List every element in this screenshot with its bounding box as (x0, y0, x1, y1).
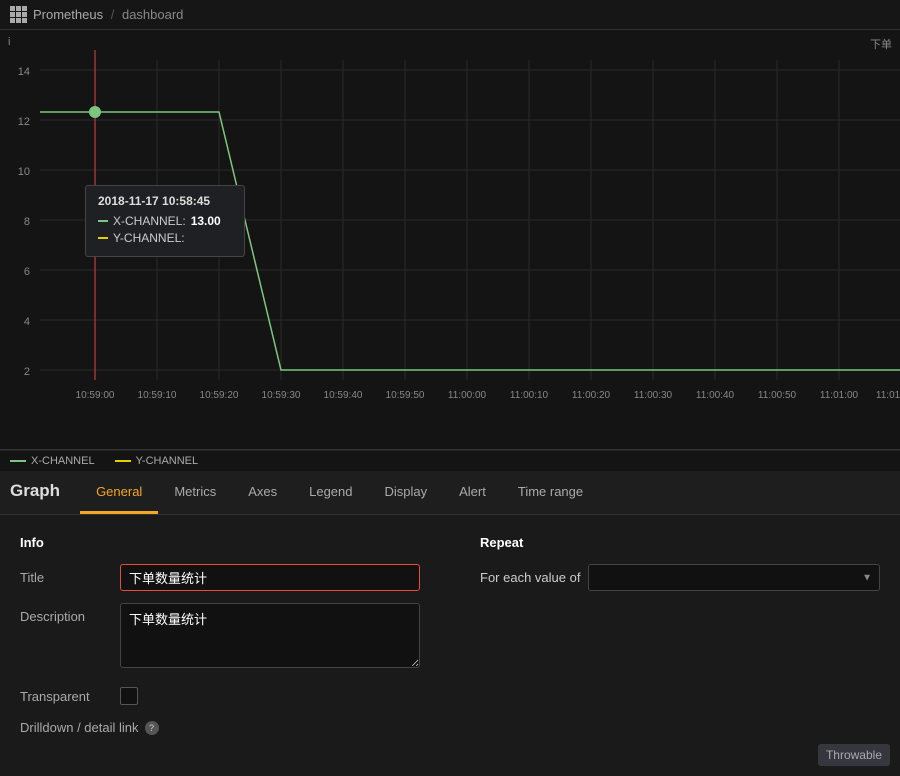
tooltip-x-dot (98, 220, 108, 222)
legend-y-dash (115, 460, 131, 462)
tooltip-x-label: X-CHANNEL: (113, 214, 186, 228)
description-textarea[interactable]: 下单数量统计 (120, 603, 420, 668)
description-label: Description (20, 603, 120, 624)
svg-text:11:00:50: 11:00:50 (758, 390, 797, 401)
watermark: Throwable (818, 744, 890, 766)
svg-text:11:01:00: 11:01:00 (820, 390, 859, 401)
chart-legend: X-CHANNEL Y-CHANNEL (0, 450, 900, 471)
transparent-control (120, 683, 420, 708)
tab-alert[interactable]: Alert (443, 472, 502, 514)
tab-metrics[interactable]: Metrics (158, 472, 232, 514)
legend-x-label: X-CHANNEL (31, 455, 95, 467)
chart-container: i 下单 2 4 6 8 10 12 14 10:59:0 (0, 30, 900, 450)
svg-text:11:00:20: 11:00:20 (572, 390, 611, 401)
tabs-section: Graph General Metrics Axes Legend Displa… (0, 471, 900, 515)
title-label: Title (20, 564, 120, 585)
tab-general[interactable]: General (80, 472, 158, 514)
svg-text:10:59:30: 10:59:30 (262, 390, 301, 401)
drilldown-label: Drilldown / detail link (20, 720, 139, 735)
info-section-title: Info (20, 535, 420, 550)
tooltip-date: 2018-11-17 10:58:45 (98, 194, 232, 208)
svg-text:4: 4 (24, 316, 30, 328)
svg-text:11:00:40: 11:00:40 (696, 390, 735, 401)
repeat-row: For each value of (480, 564, 880, 591)
chart-info-icon: i (8, 36, 10, 48)
svg-text:2: 2 (24, 366, 30, 378)
tooltip-x-channel: X-CHANNEL: 13.00 (98, 214, 232, 228)
breadcrumb-page: dashboard (122, 7, 183, 22)
tooltip-y-channel: Y-CHANNEL: (98, 231, 232, 245)
description-control: 下单数量统计 (120, 603, 420, 671)
for-each-select[interactable] (588, 564, 880, 591)
legend-x-dash (10, 460, 26, 462)
for-each-select-wrapper (588, 564, 880, 591)
help-icon[interactable]: ? (145, 721, 159, 735)
svg-text:8: 8 (24, 216, 30, 228)
svg-text:12: 12 (18, 116, 30, 128)
title-row: Title (20, 564, 420, 591)
chart-tooltip: 2018-11-17 10:58:45 X-CHANNEL: 13.00 Y-C… (85, 185, 245, 257)
legend-x-channel[interactable]: X-CHANNEL (10, 455, 95, 467)
svg-text:11:01:10: 11:01:10 (876, 390, 900, 401)
transparent-label: Transparent (20, 683, 120, 704)
tooltip-y-label: Y-CHANNEL: (113, 231, 185, 245)
svg-text:10:59:40: 10:59:40 (324, 390, 363, 401)
tab-legend[interactable]: Legend (293, 472, 368, 514)
settings-right: Repeat For each value of (460, 535, 880, 735)
chart-title-right: 下单 (870, 36, 892, 52)
svg-text:10:59:20: 10:59:20 (200, 390, 239, 401)
transparent-checkbox[interactable] (120, 687, 138, 705)
breadcrumb: Prometheus / dashboard (33, 7, 183, 22)
svg-text:10:59:10: 10:59:10 (138, 390, 177, 401)
description-row: Description 下单数量统计 (20, 603, 420, 671)
breadcrumb-separator: / (111, 7, 115, 22)
legend-y-channel[interactable]: Y-CHANNEL (115, 455, 199, 467)
for-each-label: For each value of (480, 570, 580, 585)
drilldown-row: Drilldown / detail link ? (20, 720, 420, 735)
tab-time-range[interactable]: Time range (502, 472, 599, 514)
tooltip-x-value: 13.00 (191, 214, 221, 228)
topbar: Prometheus / dashboard (0, 0, 900, 30)
panel-title: Graph (10, 471, 80, 514)
title-input[interactable] (120, 564, 420, 591)
settings-body: Info Title Description 下单数量统计 Transparen… (0, 515, 900, 755)
tooltip-y-dot (98, 237, 108, 239)
settings-left: Info Title Description 下单数量统计 Transparen… (20, 535, 460, 735)
svg-text:10:59:00: 10:59:00 (76, 390, 115, 401)
title-control (120, 564, 420, 591)
app-logo: Prometheus / dashboard (10, 6, 183, 23)
transparent-row: Transparent (20, 683, 420, 708)
repeat-section-title: Repeat (480, 535, 880, 550)
svg-text:10: 10 (18, 166, 30, 178)
svg-text:11:00:00: 11:00:00 (448, 390, 487, 401)
svg-text:14: 14 (18, 66, 30, 78)
breadcrumb-app[interactable]: Prometheus (33, 7, 103, 22)
svg-text:11:00:10: 11:00:10 (510, 390, 549, 401)
svg-text:6: 6 (24, 266, 30, 278)
tab-axes[interactable]: Axes (232, 472, 293, 514)
legend-y-label: Y-CHANNEL (136, 455, 199, 467)
svg-text:11:00:30: 11:00:30 (634, 390, 673, 401)
tab-display[interactable]: Display (369, 472, 444, 514)
svg-text:10:59:50: 10:59:50 (386, 390, 425, 401)
grid-icon (10, 6, 27, 23)
